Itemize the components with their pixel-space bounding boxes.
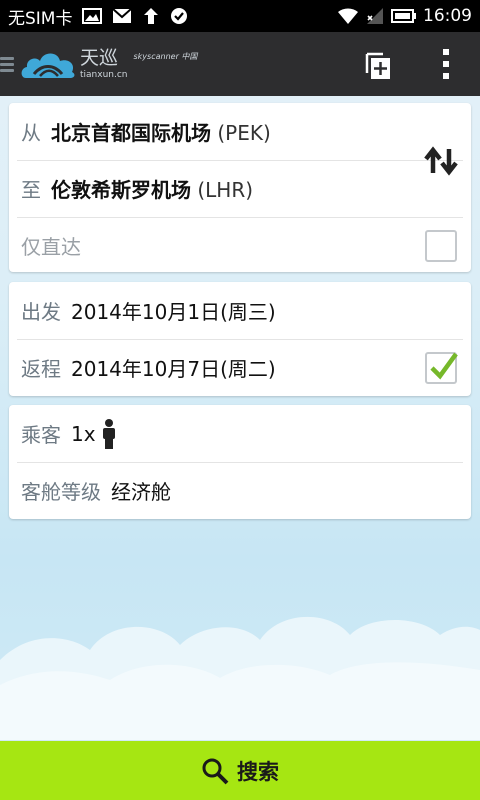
checkmark-icon xyxy=(430,352,458,380)
direct-only-checkbox[interactable] xyxy=(425,230,457,262)
from-label: 从 xyxy=(21,121,41,145)
overflow-menu-button[interactable] xyxy=(412,32,480,96)
drawer-indicator-icon[interactable] xyxy=(0,56,14,72)
battery-icon xyxy=(391,8,417,24)
return-date: 2014年10月7日(周二) xyxy=(71,357,276,381)
status-bar: 无SIM卡 16:09 xyxy=(0,0,480,32)
depart-date: 2014年10月1日(周三) xyxy=(71,300,276,324)
overflow-menu-icon xyxy=(443,49,449,79)
from-code: (PEK) xyxy=(217,121,271,145)
swap-arrows-icon xyxy=(424,146,458,176)
search-icon xyxy=(202,758,229,784)
dates-card: 出发 2014年10月1日(周三) 返程 2014年10月7日(周二) xyxy=(9,282,471,396)
copy-add-button[interactable] xyxy=(344,32,412,96)
wifi-icon xyxy=(337,7,359,25)
search-label: 搜索 xyxy=(237,759,279,784)
depart-row[interactable]: 出发 2014年10月1日(周三) xyxy=(9,282,471,339)
passenger-row[interactable]: 乘客 1x xyxy=(9,405,471,462)
passenger-count: 1x xyxy=(71,421,96,446)
passenger-label: 乘客 xyxy=(21,423,61,447)
upload-icon xyxy=(142,7,160,25)
passenger-card: 乘客 1x 客舱等级 经济舱 xyxy=(9,405,471,519)
cabin-class-value: 经济舱 xyxy=(111,480,171,504)
image-icon xyxy=(82,8,103,24)
action-bar: 天巡 tianxun.cn skyscanner 中国 xyxy=(0,32,480,96)
cloud-background xyxy=(0,616,480,740)
direct-only-row[interactable]: 仅直达 xyxy=(9,217,471,274)
to-row[interactable]: 至 伦敦希斯罗机场 (LHR) xyxy=(9,160,471,217)
logo-subtitle: tianxun.cn xyxy=(80,70,128,80)
swap-button[interactable] xyxy=(423,143,459,179)
direct-only-label: 仅直达 xyxy=(21,235,81,259)
mail-icon xyxy=(112,8,133,24)
to-label: 至 xyxy=(21,178,41,202)
return-label: 返程 xyxy=(21,357,61,381)
route-card: 从 北京首都国际机场 (PEK) 至 伦敦希斯罗机场 (LHR) 仅直达 xyxy=(9,103,471,272)
cabin-class-label: 客舱等级 xyxy=(21,480,101,504)
person-icon xyxy=(102,418,116,449)
logo-title: 天巡 xyxy=(80,47,119,69)
to-airport: 伦敦希斯罗机场 xyxy=(51,178,191,202)
from-airport: 北京首都国际机场 xyxy=(51,121,211,145)
carrier-label: 无SIM卡 xyxy=(8,8,73,29)
return-row[interactable]: 返程 2014年10月7日(周二) xyxy=(9,339,471,396)
search-button[interactable]: 搜索 xyxy=(0,741,480,800)
check-circle-icon xyxy=(170,7,188,25)
clock: 16:09 xyxy=(423,6,472,26)
signal-icon xyxy=(365,7,385,25)
depart-label: 出发 xyxy=(21,300,61,324)
cloud-logo-icon xyxy=(21,53,75,78)
return-checkbox[interactable] xyxy=(425,352,458,384)
cabin-class-row[interactable]: 客舱等级 经济舱 xyxy=(9,462,471,519)
to-code: (LHR) xyxy=(197,178,254,202)
logo-brand: skyscanner 中国 xyxy=(133,51,198,61)
from-row[interactable]: 从 北京首都国际机场 (PEK) xyxy=(9,103,471,160)
app-logo[interactable]: 天巡 tianxun.cn skyscanner 中国 xyxy=(20,32,197,96)
copy-add-icon xyxy=(365,52,390,79)
